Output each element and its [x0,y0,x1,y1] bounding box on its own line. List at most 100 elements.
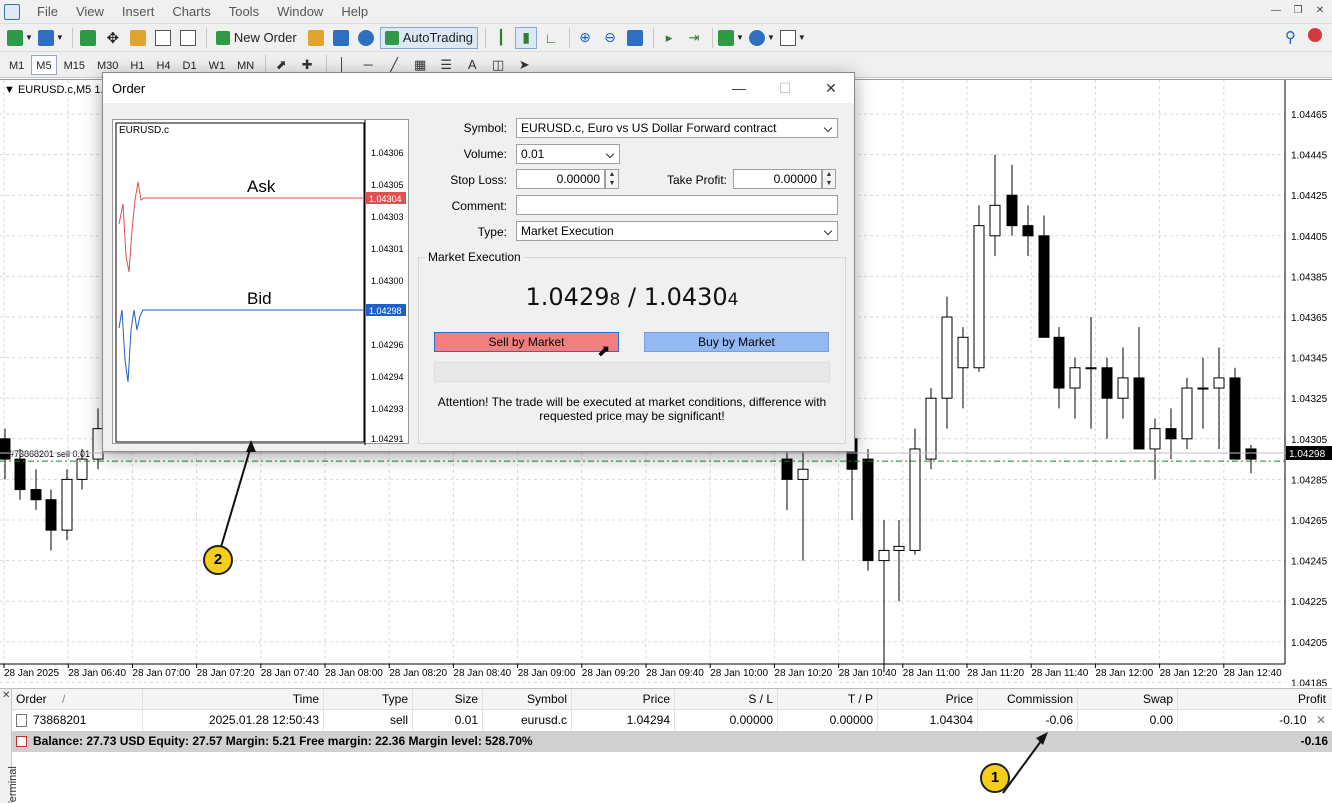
chart-shift-button[interactable]: ⇥ [683,27,705,49]
order-dialog-title: Order [112,80,146,96]
stop-loss-input[interactable]: 0.00000 [516,169,605,189]
tp-cell: 0.00000 [778,710,878,731]
price-tick-label: 1.04425 [1291,191,1328,202]
col-type[interactable]: Type [324,688,413,710]
take-profit-stepper[interactable]: ▲ ▼ [822,169,836,189]
periods-button[interactable]: ▼ [748,27,776,49]
menu-view[interactable]: View [67,0,113,24]
new-order-button[interactable]: New Order [211,27,302,49]
notifications-icon[interactable] [1308,28,1322,45]
dialog-close-icon[interactable]: ✕ [808,73,854,103]
new-order-label: New Order [233,30,297,45]
dialog-maximize-icon[interactable]: ☐ [762,73,808,103]
col-swap[interactable]: Swap [1078,688,1178,710]
market-watch-button[interactable] [77,27,99,49]
terminal-close-icon[interactable]: ✕ [2,690,10,701]
new-chart-button[interactable]: ▼ [6,27,34,49]
candle-body [941,316,953,399]
time-tick-label: 28 Jan 11:20 [967,668,1025,679]
menu-window[interactable]: Window [268,0,332,24]
dialog-minimize-icon[interactable]: — [716,73,762,103]
metaeditor-button[interactable] [305,27,327,49]
candlestick-button[interactable]: ▮ [515,26,538,49]
restore-icon[interactable]: ❐ [1290,4,1306,18]
templates-button[interactable]: ▼ [779,27,807,49]
price-tick-label: 1.04225 [1291,597,1328,608]
col-current-price[interactable]: Price [878,688,978,710]
bar-chart-button[interactable]: ┃ [490,27,512,49]
candle-body [14,458,26,491]
col-sl[interactable]: S / L [675,688,778,710]
zoom-in-button[interactable]: ⊕ [574,27,596,49]
sell-by-market-button[interactable]: Sell by Market [434,332,619,352]
search-icon[interactable]: ⚲ [1285,28,1296,46]
ask-series-line [118,181,363,273]
price-tick-label: 1.04405 [1291,232,1328,243]
candle-body [1149,428,1161,450]
menu-charts[interactable]: Charts [163,0,219,24]
menu-file[interactable]: File [28,0,67,24]
current-price-cell: 1.04304 [878,710,978,731]
price-tick-label: 1.04205 [1291,638,1328,649]
col-commission[interactable]: Commission [978,688,1078,710]
close-icon[interactable]: ✕ [1312,4,1328,18]
indicators-button[interactable]: ▼ [717,27,745,49]
price-tick-label: 1.04365 [1291,313,1328,324]
autoscroll-button[interactable]: ▸ [658,27,680,49]
metaeditor-icon [307,29,324,46]
vertical-line-icon: │ [338,56,347,72]
time-tick-label: 28 Jan 10:20 [774,668,832,679]
type-select[interactable]: Market Execution [516,221,838,241]
col-time[interactable]: Time [143,688,324,710]
candle-body [30,489,42,501]
sl-cell: 0.00000 [675,710,778,731]
autotrading-button[interactable]: AutoTrading [379,26,479,49]
position-level-label: #73868201 sell 0.01 [9,449,90,459]
buy-by-market-button[interactable]: Buy by Market [644,332,829,352]
price-tick-label: 1.04445 [1291,151,1328,162]
col-tp[interactable]: T / P [778,688,878,710]
tf-m1[interactable]: M1 [4,55,29,75]
candle-body [1038,235,1050,338]
col-price[interactable]: Price [572,688,675,710]
zoom-in-icon: ⊕ [579,29,591,45]
minimize-icon[interactable]: — [1268,4,1284,18]
line-chart-button[interactable]: ∟ [540,27,562,49]
app-icon [4,3,20,20]
navigator-button[interactable] [127,27,149,49]
symbol-select[interactable]: EURUSD.c, Euro vs US Dollar Forward cont… [516,118,838,138]
data-window-button[interactable]: ✥ [102,27,124,49]
tf-m15[interactable]: M15 [59,55,90,75]
menu-tools[interactable]: Tools [220,0,268,24]
col-order[interactable]: Order / [12,688,143,710]
close-position-icon[interactable]: ✕ [1316,713,1326,727]
volume-select[interactable]: 0.01 [516,144,620,164]
tile-windows-button[interactable] [624,27,646,49]
time-tick-label: 28 Jan 12:00 [1095,668,1153,679]
candle-body [1245,448,1257,460]
col-size[interactable]: Size [413,688,483,710]
candle-body [45,499,57,531]
tick-price-label: 1.04294 [371,372,404,382]
col-profit[interactable]: Profit [1178,689,1330,710]
signals-button[interactable] [355,27,377,49]
menu-insert[interactable]: Insert [113,0,164,24]
trendline-icon: ╱ [390,56,399,72]
take-profit-input[interactable]: 0.00000 [733,169,822,189]
comment-input[interactable] [516,195,838,215]
terminal-button[interactable] [152,27,174,49]
chart-symbol-label: ▼ EURUSD.c,M5 1.04 [4,84,116,96]
menu-help[interactable]: Help [332,0,377,24]
col-symbol[interactable]: Symbol [483,688,572,710]
tf-m5[interactable]: M5 [31,54,57,75]
profiles-button[interactable]: ▼ [37,27,65,49]
new-order-icon [215,30,230,45]
experts-button[interactable] [330,27,352,49]
table-row[interactable]: 73868201 2025.01.28 12:50:43 sell 0.01 e… [12,710,1332,731]
time-tick-label: 28 Jan 08:20 [389,668,447,679]
tester-button[interactable] [177,27,199,49]
candle-body [893,545,905,551]
stop-loss-stepper[interactable]: ▲ ▼ [605,169,619,189]
price-tick-label: 1.04265 [1291,516,1328,527]
zoom-out-button[interactable]: ⊖ [599,27,621,49]
